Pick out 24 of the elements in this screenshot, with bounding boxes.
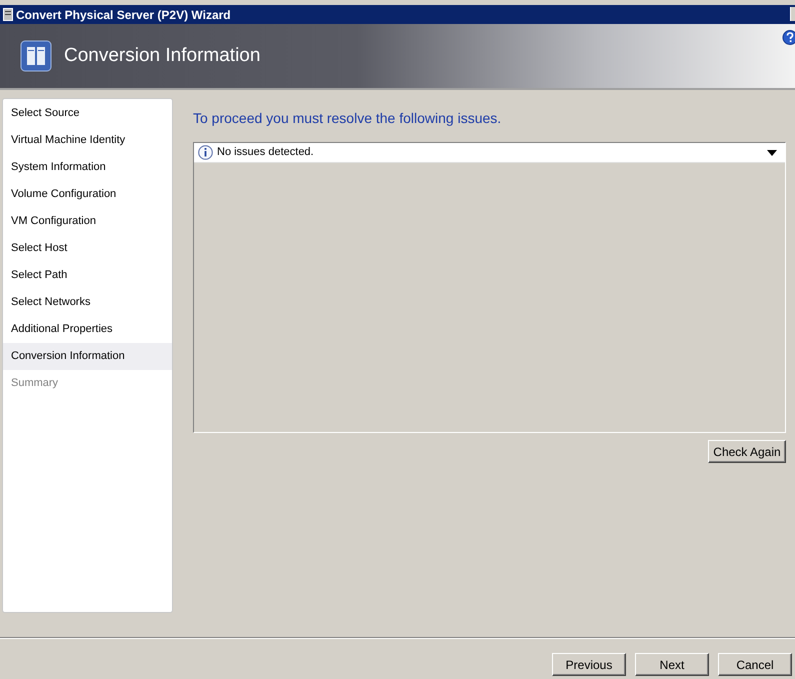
step-item[interactable]: Select Path (3, 262, 172, 289)
step-item[interactable]: VM Configuration (3, 208, 172, 235)
server-icon (3, 8, 13, 21)
caret-icon[interactable] (767, 150, 777, 156)
help-icon[interactable] (782, 30, 795, 45)
wizard-button[interactable]: Check Again (708, 440, 786, 463)
step-item[interactable]: Select Source (3, 100, 172, 127)
step-item[interactable]: Additional Properties (3, 316, 172, 343)
issues-header[interactable]: No issues detected. (194, 143, 785, 163)
wizard-button[interactable]: Next (635, 653, 709, 676)
page-title: Conversion Information (64, 44, 260, 68)
instruction-text: To proceed you must resolve the following issues. (193, 109, 502, 128)
step-item[interactable]: Conversion Information (3, 343, 172, 370)
step-item[interactable]: Volume Configuration (3, 181, 172, 208)
wizard-button[interactable]: Previous (552, 653, 626, 676)
wizard-button[interactable]: Cancel (718, 653, 792, 676)
server-icon (20, 40, 52, 72)
step-item[interactable]: Select Networks (3, 289, 172, 316)
step-item[interactable]: Select Host (3, 235, 172, 262)
issues-message: No issues detected. (217, 145, 315, 160)
info-icon (198, 145, 213, 160)
window-title: Convert Physical Server (P2V) Wizard (16, 6, 231, 24)
step-item[interactable]: Virtual Machine Identity (3, 127, 172, 154)
step-item[interactable]: System Information (3, 154, 172, 181)
